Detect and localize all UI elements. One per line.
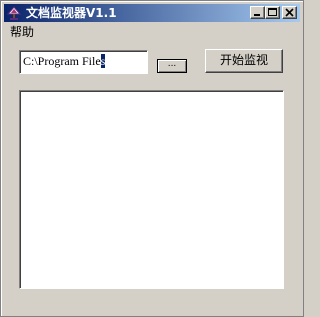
menu-help[interactable]: 帮助 [10,24,34,40]
app-window: 文档监视器V1.1 帮助 C:\Program Files ... 开始监视 [0,0,304,317]
maximize-button[interactable] [265,6,280,19]
start-monitor-button[interactable]: 开始监视 [205,49,283,73]
minimize-button[interactable] [250,6,265,19]
maximize-icon [268,8,277,16]
menu-bar: 帮助 [4,23,300,41]
title-bar[interactable]: 文档监视器V1.1 [4,4,300,22]
path-input-selection: s [100,54,106,68]
browse-button[interactable]: ... [157,59,187,73]
minimize-icon [254,14,260,16]
path-input-text: C:\Program File [23,54,101,68]
log-listbox[interactable] [19,90,284,289]
app-icon[interactable] [6,5,22,21]
window-title: 文档监视器V1.1 [26,6,117,20]
path-input[interactable]: C:\Program Files [19,50,148,74]
close-icon [285,8,294,17]
close-button[interactable] [282,6,297,19]
